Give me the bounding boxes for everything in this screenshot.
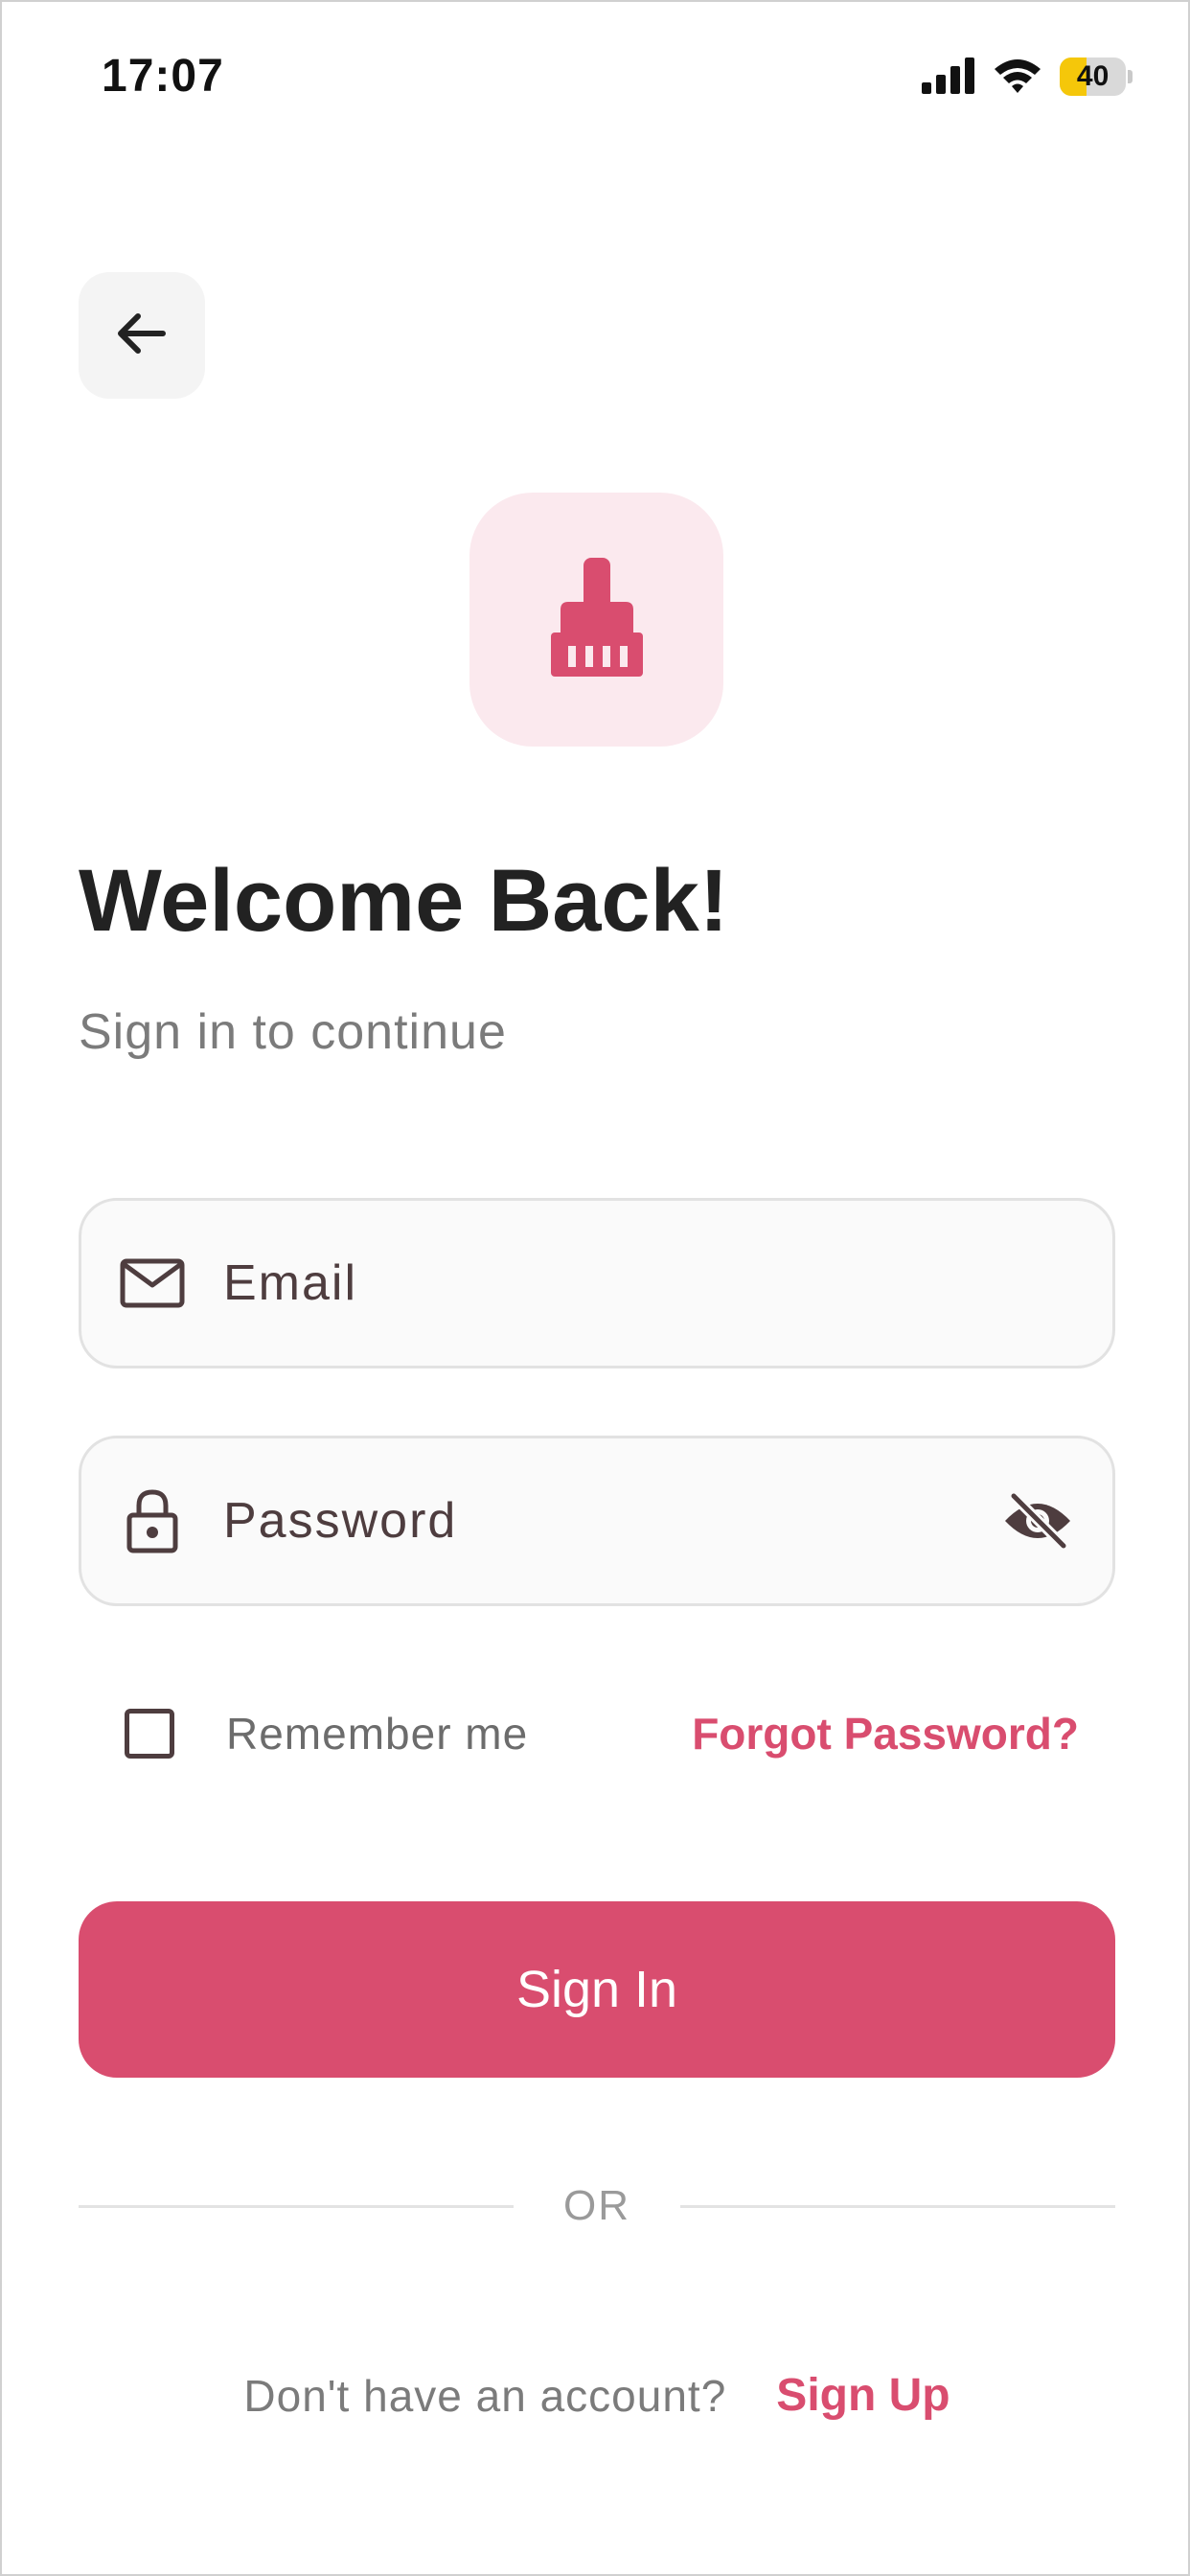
broom-icon (547, 558, 647, 681)
signup-prompt: Don't have an account? (243, 2370, 727, 2421)
forgot-password-link[interactable]: Forgot Password? (692, 1692, 1079, 1775)
divider-line-right (680, 2204, 1115, 2208)
sign-up-link[interactable]: Sign Up (776, 2369, 950, 2422)
lock-icon (118, 1486, 187, 1555)
sign-in-button[interactable]: Sign In (79, 1901, 1115, 2078)
mail-icon (118, 1249, 187, 1318)
login-screen: 17:07 40 Welcome Back! Sign in to contin… (0, 0, 1190, 2576)
status-indicators: 40 (922, 56, 1133, 98)
remember-me-checkbox[interactable] (125, 1709, 174, 1759)
wifi-icon (993, 56, 1042, 99)
email-field[interactable] (79, 1198, 1115, 1368)
password-field[interactable] (79, 1436, 1115, 1606)
remember-me[interactable]: Remember me (125, 1692, 528, 1775)
back-button[interactable] (79, 272, 205, 399)
status-time: 17:07 (102, 51, 224, 102)
app-logo (469, 493, 723, 747)
eye-off-icon[interactable] (999, 1483, 1076, 1559)
divider-label: OR (563, 2182, 630, 2229)
or-divider: OR (79, 2168, 1115, 2244)
email-input[interactable] (221, 1200, 1112, 1367)
login-options: Remember me Forgot Password? (79, 1692, 1115, 1775)
password-input[interactable] (221, 1438, 999, 1604)
battery-icon: 40 (1060, 58, 1133, 96)
battery-cap (1128, 70, 1133, 83)
cellular-signal-icon (922, 56, 975, 99)
divider-line-left (79, 2204, 514, 2208)
battery-level: 40 (1076, 60, 1110, 92)
page-subtitle: Sign in to continue (79, 1004, 507, 1060)
signup-row: Don't have an account? Sign Up (2, 2369, 1190, 2422)
remember-me-label: Remember me (226, 1709, 529, 1759)
battery-body: 40 (1060, 58, 1127, 96)
page-title: Welcome Back! (79, 852, 729, 950)
arrow-left-icon (113, 305, 171, 367)
